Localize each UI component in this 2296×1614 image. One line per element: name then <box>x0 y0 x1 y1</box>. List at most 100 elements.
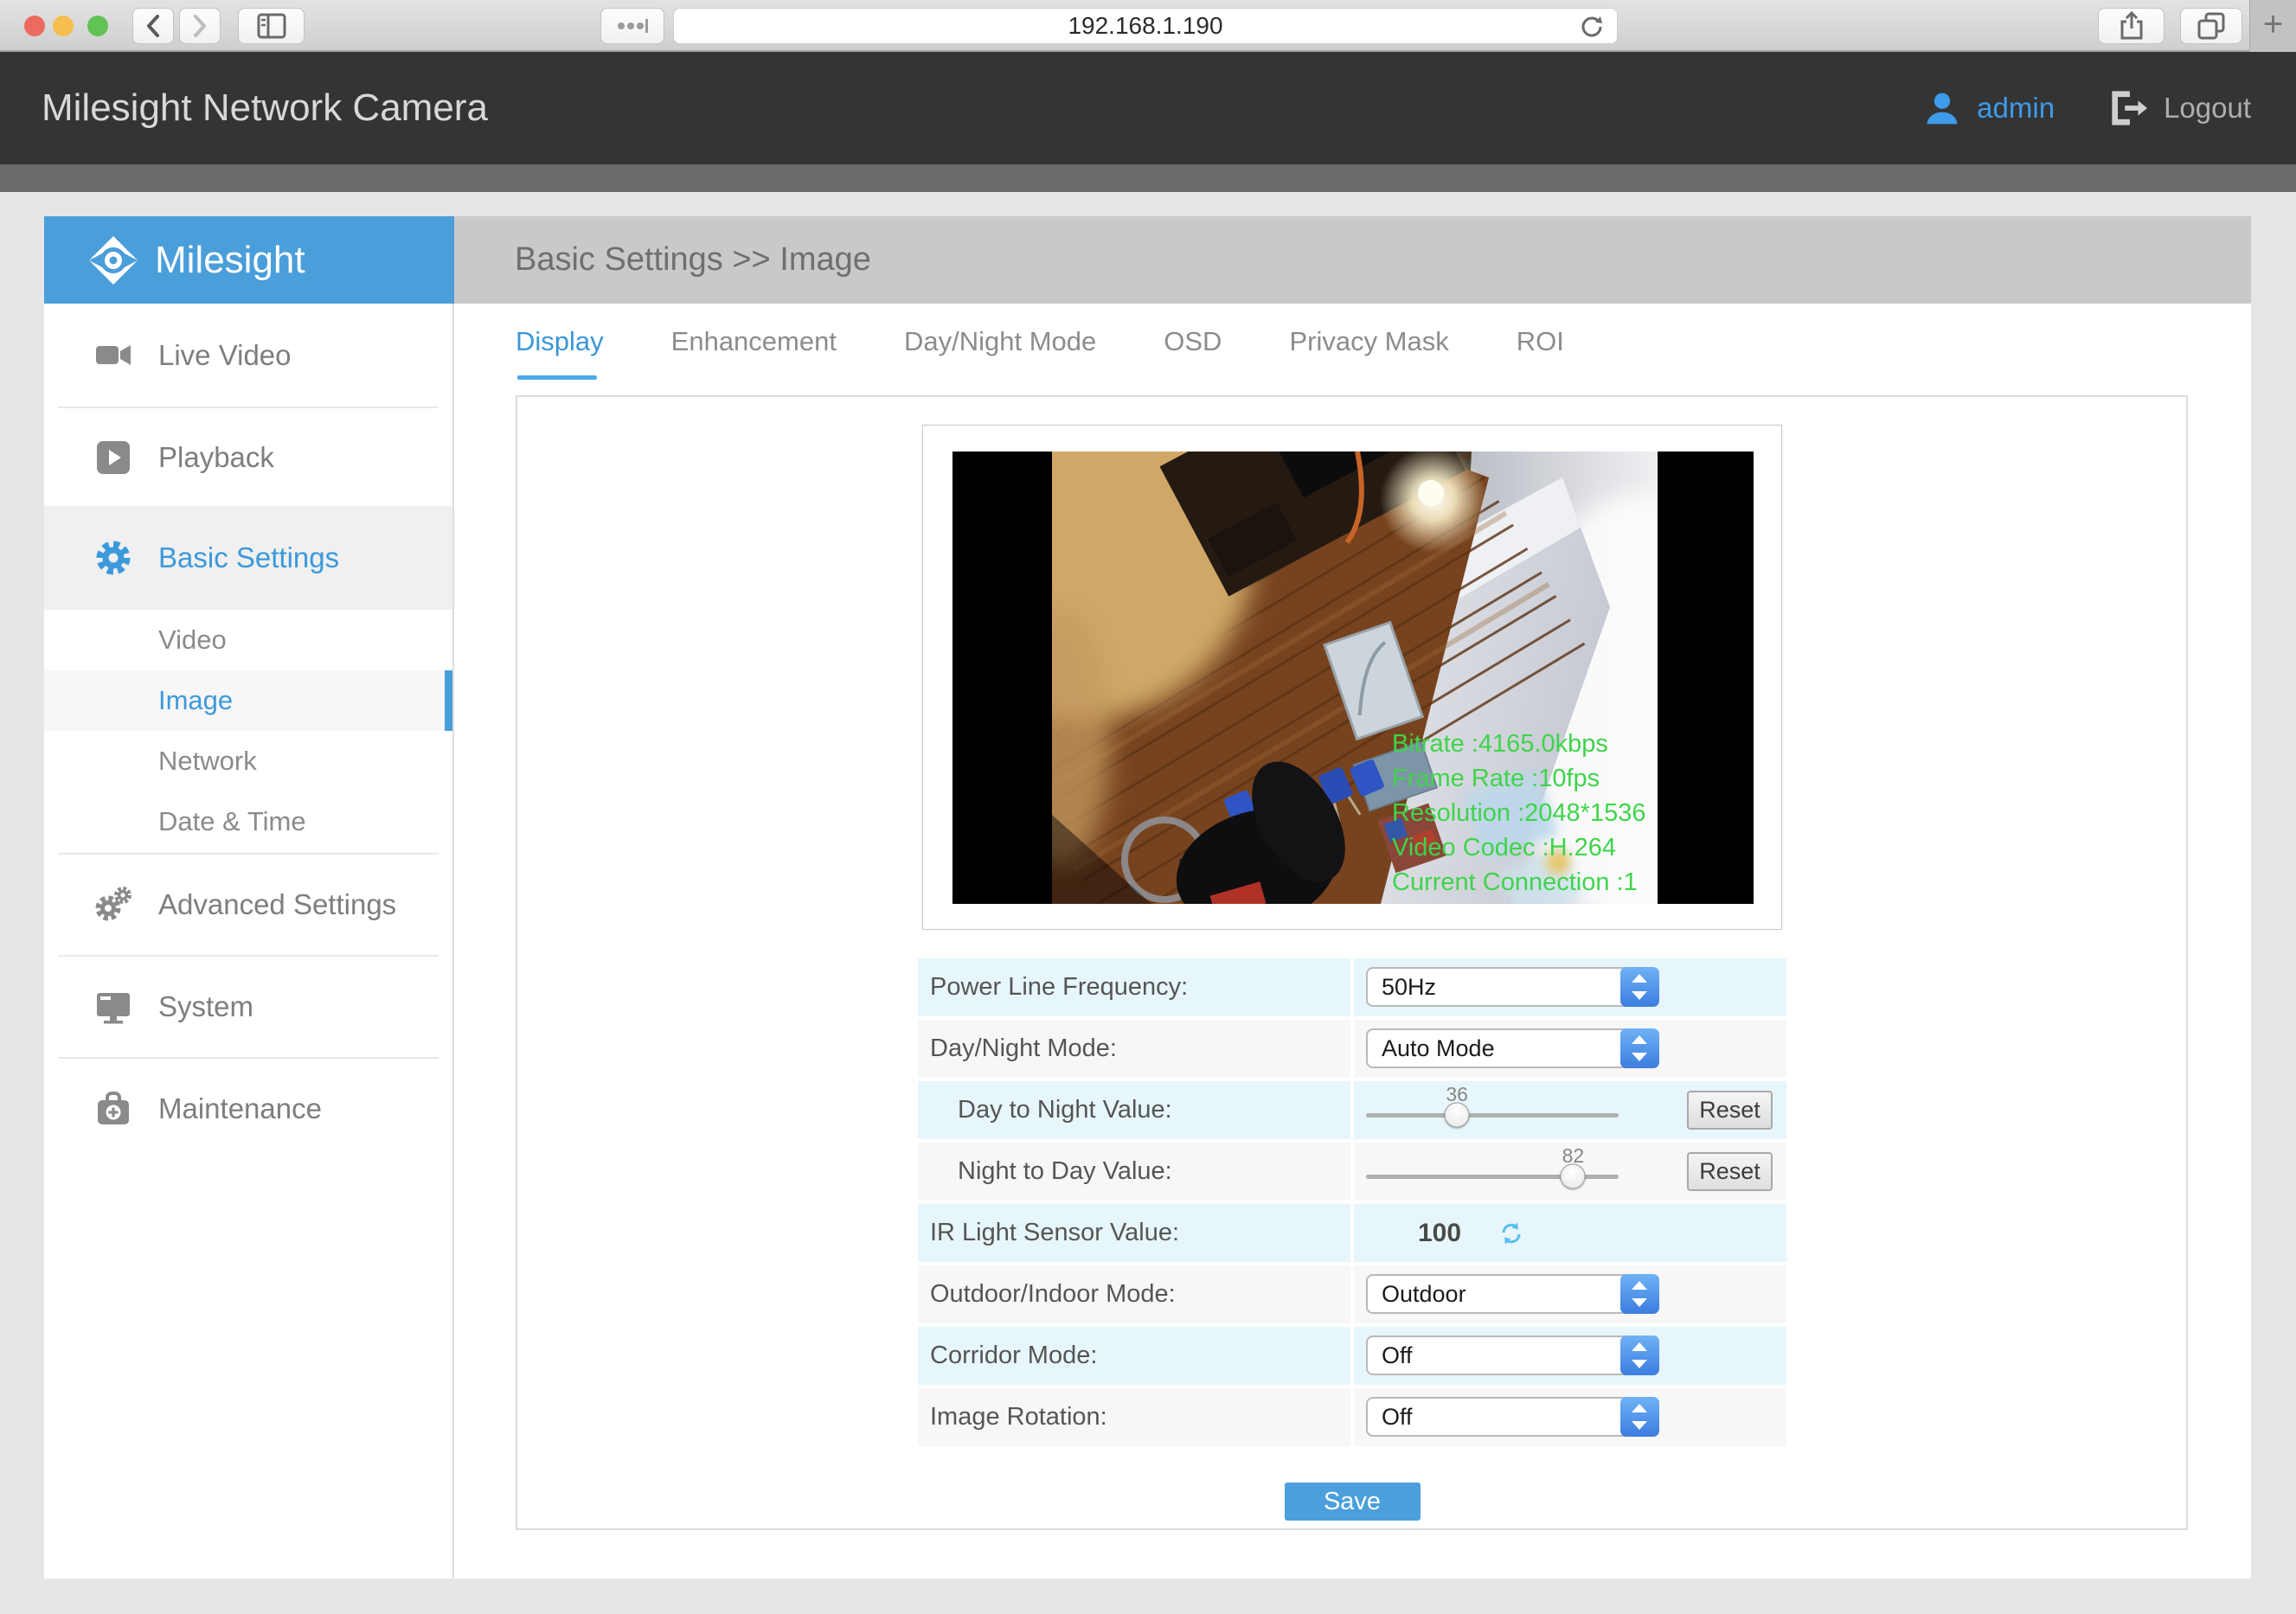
row-outdoor-indoor-mode: Outdoor/Indoor Mode: Outdoor <box>918 1265 1786 1323</box>
video-camera-icon <box>93 335 134 376</box>
new-tab-button[interactable]: + <box>2249 0 2296 52</box>
brand-name: Milesight <box>155 239 305 282</box>
sidebar-item-maintenance[interactable]: Maintenance <box>44 1059 452 1159</box>
sidebar-item-system[interactable]: System <box>44 957 452 1057</box>
app-title: Milesight Network Camera <box>42 52 488 164</box>
sidebar-item-playback[interactable]: Playback <box>44 408 452 506</box>
milesight-logo-icon <box>86 233 141 288</box>
playback-icon <box>93 437 134 478</box>
app-header: Milesight Network Camera admin Logout <box>0 52 2296 164</box>
url-text: 192.168.1.190 <box>1068 12 1222 39</box>
sidebar-item-advanced-settings[interactable]: Advanced Settings <box>44 855 452 955</box>
night-to-day-reset-button[interactable]: Reset <box>1687 1152 1773 1191</box>
browser-reader-options-button[interactable] <box>600 8 664 44</box>
sidebar-item-basic-settings[interactable]: Basic Settings <box>44 506 452 610</box>
sync-icon <box>1499 1221 1523 1246</box>
row-power-line-frequency: Power Line Frequency: 50Hz <box>918 958 1786 1016</box>
sidebar-subitem-date-time[interactable]: Date & Time <box>44 791 452 852</box>
tab-bar: Display Enhancement Day/Night Mode OSD P… <box>516 326 1632 380</box>
tab-display[interactable]: Display <box>516 326 604 380</box>
breadcrumb: Basic Settings >> Image <box>515 216 871 304</box>
tab-day-night-mode[interactable]: Day/Night Mode <box>904 326 1096 380</box>
chevron-right-icon <box>191 14 208 38</box>
row-image-rotation: Image Rotation: Off <box>918 1388 1786 1446</box>
browser-tab-overview-button[interactable] <box>2180 8 2242 44</box>
corridor-mode-select[interactable]: Off <box>1366 1335 1659 1375</box>
row-corridor-mode: Corridor Mode: Off <box>918 1327 1786 1385</box>
tab-enhancement[interactable]: Enhancement <box>671 326 837 380</box>
tabs-overview-icon <box>2197 12 2225 40</box>
toolbox-icon <box>93 1088 134 1130</box>
field-label: Corridor Mode: <box>918 1327 1350 1385</box>
window-minimize-button[interactable] <box>53 16 74 36</box>
osd-video-codec: Video Codec :H.264 <box>1392 830 1645 865</box>
sidebar-subitem-video[interactable]: Video <box>44 610 452 670</box>
plus-icon: + <box>2263 5 2283 43</box>
gear-icon <box>93 537 134 579</box>
select-stepper-icon <box>1620 967 1659 1007</box>
share-icon <box>2119 11 2145 41</box>
field-label: IR Light Sensor Value: <box>918 1204 1350 1262</box>
row-ir-light-sensor-value: IR Light Sensor Value: 100 <box>918 1204 1786 1262</box>
content-panel: Display Enhancement Day/Night Mode OSD P… <box>454 304 2251 1579</box>
row-day-night-mode: Day/Night Mode: Auto Mode <box>918 1020 1786 1078</box>
sidebar: Milesight Live Video Playback <box>44 216 454 1579</box>
sidebar-subitem-image[interactable]: Image <box>44 670 452 731</box>
select-stepper-icon <box>1620 1274 1659 1314</box>
window-close-button[interactable] <box>24 16 45 36</box>
chevron-left-icon <box>144 14 162 38</box>
day-to-night-reset-button[interactable]: Reset <box>1687 1091 1773 1130</box>
browser-back-button[interactable] <box>132 8 174 44</box>
username-link[interactable]: admin <box>1977 92 2055 125</box>
row-night-to-day-value: Night to Day Value: 82 Reset <box>918 1143 1786 1201</box>
field-label: Night to Day Value: <box>918 1143 1350 1201</box>
address-bar[interactable]: 192.168.1.190 <box>673 8 1618 44</box>
video-preview-card: Bitrate :4165.0kbps Frame Rate :10fps Re… <box>922 425 1782 930</box>
sidebar-subitem-network[interactable]: Network <box>44 731 452 791</box>
osd-current-connection: Current Connection :1 <box>1392 865 1645 900</box>
brand-header: Milesight <box>44 216 454 304</box>
sidebar-item-live-video[interactable]: Live Video <box>44 304 452 407</box>
row-day-to-night-value: Day to Night Value: 36 Reset <box>918 1081 1786 1139</box>
field-label: Image Rotation: <box>918 1388 1350 1446</box>
tab-roi[interactable]: ROI <box>1517 326 1564 380</box>
power-line-frequency-select[interactable]: 50Hz <box>1366 967 1659 1007</box>
ir-refresh-button[interactable] <box>1499 1221 1523 1250</box>
osd-bitrate: Bitrate :4165.0kbps <box>1392 727 1645 761</box>
reload-icon <box>1579 14 1605 40</box>
osd-resolution: Resolution :2048*1536 <box>1392 796 1645 830</box>
slider-thumb[interactable] <box>1561 1164 1586 1189</box>
browser-forward-button[interactable] <box>179 8 221 44</box>
browser-sidebar-toggle-button[interactable] <box>238 8 305 44</box>
select-stepper-icon <box>1620 1335 1659 1375</box>
slider-thumb[interactable] <box>1445 1103 1470 1128</box>
field-label: Power Line Frequency: <box>918 958 1350 1016</box>
save-button[interactable]: Save <box>1285 1483 1421 1521</box>
browser-share-button[interactable] <box>2098 8 2165 44</box>
reload-button[interactable] <box>1579 14 1605 49</box>
browser-chrome: 192.168.1.190 + <box>0 0 2296 52</box>
live-video-frame[interactable]: Bitrate :4165.0kbps Frame Rate :10fps Re… <box>952 452 1754 904</box>
window-zoom-button[interactable] <box>87 16 108 36</box>
logout-button[interactable]: Logout <box>2164 92 2251 125</box>
image-rotation-select[interactable]: Off <box>1366 1397 1659 1437</box>
field-label: Day/Night Mode: <box>918 1020 1350 1078</box>
video-osd-overlay: Bitrate :4165.0kbps Frame Rate :10fps Re… <box>1392 727 1645 900</box>
osd-frame-rate: Frame Rate :10fps <box>1392 761 1645 796</box>
person-icon <box>1923 89 1961 127</box>
active-item-marker <box>445 670 452 731</box>
night-to-day-slider[interactable]: 82 <box>1366 1143 1619 1201</box>
select-stepper-icon <box>1620 1397 1659 1437</box>
header-substrip <box>0 164 2296 192</box>
tab-osd[interactable]: OSD <box>1164 326 1222 380</box>
sidebar-panel-icon <box>257 13 286 39</box>
slider-track[interactable] <box>1366 1113 1619 1118</box>
image-settings-form: Power Line Frequency: 50Hz Day/Night Mod… <box>918 958 1786 1450</box>
day-to-night-slider[interactable]: 36 <box>1366 1081 1619 1139</box>
outdoor-indoor-mode-select[interactable]: Outdoor <box>1366 1274 1659 1314</box>
tab-privacy-mask[interactable]: Privacy Mask <box>1289 326 1448 380</box>
monitor-icon <box>93 986 134 1028</box>
day-night-mode-select[interactable]: Auto Mode <box>1366 1028 1659 1068</box>
breadcrumb-bar: Basic Settings >> Image <box>454 216 2251 304</box>
select-stepper-icon <box>1620 1028 1659 1068</box>
